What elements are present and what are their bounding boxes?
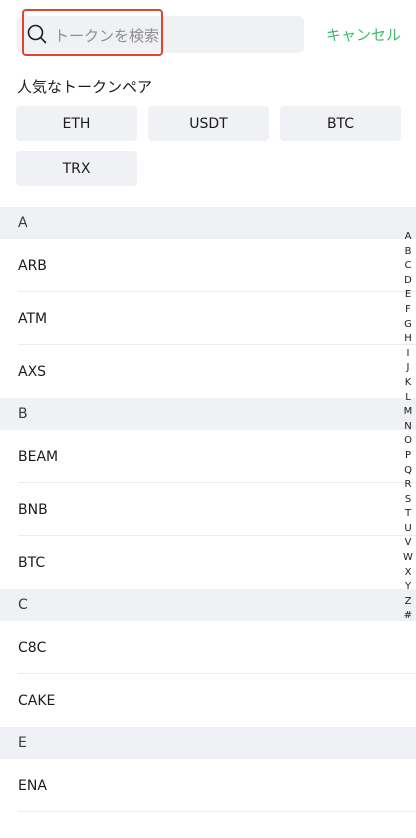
search-icon: [27, 24, 47, 44]
alpha-index-letter[interactable]: K: [405, 376, 412, 391]
token-row-bnb[interactable]: BNB: [0, 483, 416, 536]
alpha-index-letter[interactable]: B: [405, 245, 412, 260]
alpha-index-letter[interactable]: E: [405, 288, 411, 303]
alpha-index-letter[interactable]: R: [405, 478, 412, 493]
alpha-index-letter[interactable]: W: [403, 551, 413, 566]
alpha-index-letter[interactable]: Z: [405, 595, 412, 610]
pair-chip-trx[interactable]: TRX: [16, 151, 137, 186]
cancel-button[interactable]: キャンセル: [326, 24, 401, 45]
alpha-index-letter[interactable]: Y: [405, 580, 411, 595]
pair-chip-usdt[interactable]: USDT: [148, 106, 269, 141]
alpha-index-letter[interactable]: Q: [404, 464, 412, 479]
section-header-e: E: [0, 727, 416, 759]
alpha-index-letter[interactable]: M: [404, 405, 413, 420]
token-row-cake[interactable]: CAKE: [0, 674, 416, 727]
pair-chip-eth[interactable]: ETH: [16, 106, 137, 141]
alpha-index-letter[interactable]: H: [404, 332, 412, 347]
alpha-index-letter[interactable]: #: [404, 609, 412, 624]
section-header-a: A: [0, 207, 416, 239]
token-row-beam[interactable]: BEAM: [0, 430, 416, 483]
token-row-arb[interactable]: ARB: [0, 239, 416, 292]
alpha-index-letter[interactable]: U: [404, 522, 411, 537]
alpha-index-letter[interactable]: P: [405, 449, 411, 464]
alphabet-index[interactable]: A B C D E F G H I J K L M N O P Q R S T U V W X Y Z #: [400, 230, 416, 624]
token-row-btc[interactable]: BTC: [0, 536, 416, 589]
alpha-index-letter[interactable]: G: [404, 318, 412, 333]
search-bar: トークンを検索 キャンセル: [0, 0, 416, 66]
alpha-index-letter[interactable]: D: [404, 274, 412, 289]
search-placeholder: トークンを検索: [54, 27, 160, 45]
section-header-c: C: [0, 589, 416, 621]
token-row-c8c[interactable]: C8C: [0, 621, 416, 674]
alpha-index-letter[interactable]: X: [405, 566, 412, 581]
token-row-axs[interactable]: AXS: [0, 345, 416, 398]
search-input[interactable]: トークンを検索: [17, 16, 304, 53]
alpha-index-letter[interactable]: J: [407, 361, 410, 376]
alpha-index-letter[interactable]: N: [404, 420, 411, 435]
section-header-b: B: [0, 398, 416, 430]
token-list: A ARB ATM AXS B BEAM BNB BTC C C8C CAKE …: [0, 207, 416, 812]
alpha-index-letter[interactable]: S: [405, 493, 411, 508]
alpha-index-letter[interactable]: T: [405, 507, 411, 522]
alpha-index-letter[interactable]: V: [405, 536, 412, 551]
alpha-index-letter[interactable]: A: [405, 230, 412, 245]
token-row-atm[interactable]: ATM: [0, 292, 416, 345]
alpha-index-letter[interactable]: F: [405, 303, 411, 318]
token-search-page: トークンを検索 キャンセル 人気なトークンペア ETH USDT BTC TRX…: [0, 0, 416, 838]
alpha-index-letter[interactable]: L: [405, 391, 411, 406]
alpha-index-letter[interactable]: O: [404, 434, 412, 449]
alpha-index-letter[interactable]: I: [407, 347, 410, 362]
token-row-ena[interactable]: ENA: [0, 759, 416, 812]
popular-pairs-title: 人気なトークンペア: [17, 78, 153, 96]
pair-chip-btc[interactable]: BTC: [280, 106, 401, 141]
alpha-index-letter[interactable]: C: [405, 259, 412, 274]
